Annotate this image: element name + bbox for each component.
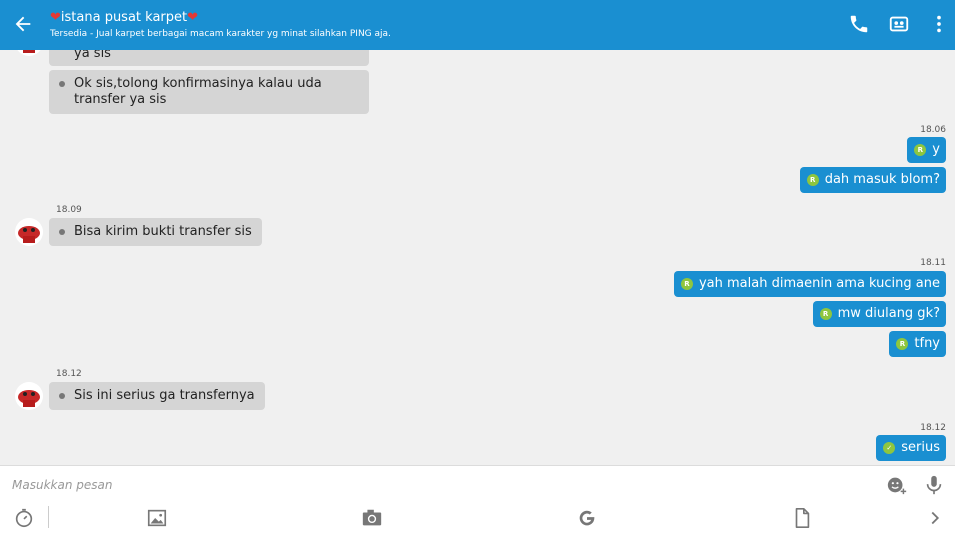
heart-emoji-icon: ❤ xyxy=(50,10,61,25)
more-options-icon[interactable] xyxy=(928,13,950,35)
camera-icon[interactable] xyxy=(361,507,383,529)
app-bar: ❤istana pusat karpet❤ Tersedia - Jual ka… xyxy=(0,0,955,50)
image-icon[interactable] xyxy=(146,507,168,529)
bullet-icon xyxy=(59,393,65,399)
emoji-add-icon[interactable] xyxy=(886,474,908,496)
avatar-image xyxy=(15,382,43,410)
back-arrow-icon[interactable] xyxy=(12,13,34,35)
contact-avatar[interactable] xyxy=(15,218,43,246)
voice-video-icon[interactable] xyxy=(888,13,910,35)
read-status-icon: R xyxy=(680,278,693,290)
avatar-image xyxy=(17,50,41,56)
incoming-message[interactable]: ya sis xyxy=(49,50,369,66)
heart-emoji-icon: ❤ xyxy=(187,10,199,25)
message-input[interactable] xyxy=(12,474,872,496)
message-time: 18.11 xyxy=(920,258,946,268)
outgoing-message[interactable]: R dah masuk blom? xyxy=(799,167,946,193)
contact-status: Tersedia - Jual karpet berbagai macam ka… xyxy=(50,29,391,39)
delivered-check-icon: ✓ xyxy=(883,442,896,454)
microphone-icon[interactable] xyxy=(923,474,945,496)
contact-avatar[interactable] xyxy=(15,50,43,56)
message-text: serius xyxy=(901,440,940,455)
message-text: mw diulang gk? xyxy=(837,306,940,321)
timer-icon[interactable] xyxy=(13,507,35,529)
incoming-message[interactable]: Bisa kirim bukti transfer sis xyxy=(49,218,262,246)
contact-avatar[interactable] xyxy=(15,382,43,410)
message-time: 18.12 xyxy=(56,369,82,379)
toolbar-divider xyxy=(48,506,49,528)
outgoing-message[interactable]: R mw diulang gk? xyxy=(812,301,946,327)
outgoing-message[interactable]: R y xyxy=(907,137,946,163)
message-text: Bisa kirim bukti transfer sis xyxy=(74,224,252,239)
file-icon[interactable] xyxy=(791,507,813,529)
outgoing-message[interactable]: R tfny xyxy=(889,331,946,357)
message-text: Ok sis,tolong konfirmasinya kalau uda tr… xyxy=(74,76,322,107)
message-text: y xyxy=(932,142,940,157)
outgoing-message[interactable]: ✓ serius xyxy=(876,435,946,461)
message-text: yah malah dimaenin ama kucing ane xyxy=(698,276,940,291)
message-text: ya sis xyxy=(74,50,111,61)
incoming-message[interactable]: Ok sis,tolong konfirmasinya kalau uda tr… xyxy=(49,70,369,114)
chat-title-block[interactable]: ❤istana pusat karpet❤ Tersedia - Jual ka… xyxy=(50,10,391,40)
message-text: Sis ini serius ga transfernya xyxy=(74,388,255,403)
read-status-icon: R xyxy=(819,308,832,320)
chat-title: ❤istana pusat karpet❤ xyxy=(50,10,391,26)
chat-thread[interactable]: ya sis Ok sis,tolong konfirmasinya kalau… xyxy=(0,50,955,465)
message-text: tfny xyxy=(914,336,940,351)
chevron-right-icon[interactable] xyxy=(924,507,946,529)
outgoing-message[interactable]: R yah malah dimaenin ama kucing ane xyxy=(673,271,946,297)
message-time: 18.09 xyxy=(56,205,82,215)
message-time: 18.12 xyxy=(920,423,946,433)
message-time: 18.06 xyxy=(920,125,946,135)
contact-name: istana pusat karpet xyxy=(60,10,188,25)
read-status-icon: R xyxy=(914,144,927,156)
avatar-image xyxy=(15,218,43,246)
read-status-icon: R xyxy=(896,338,909,350)
message-composer xyxy=(0,465,955,535)
message-text: dah masuk blom? xyxy=(824,172,940,187)
read-status-icon: R xyxy=(806,174,819,186)
incoming-message[interactable]: Sis ini serius ga transfernya xyxy=(49,382,265,410)
bullet-icon xyxy=(59,229,65,235)
bullet-icon xyxy=(59,81,65,87)
google-search-icon[interactable] xyxy=(576,507,598,529)
phone-call-icon[interactable] xyxy=(848,13,870,35)
